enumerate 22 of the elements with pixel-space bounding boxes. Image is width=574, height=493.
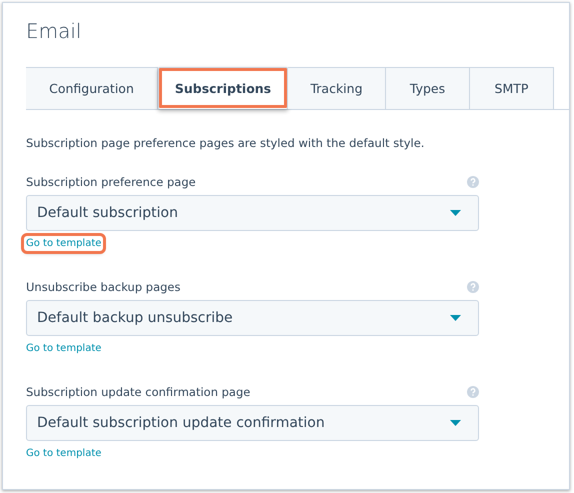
caret-icon bbox=[450, 210, 461, 216]
field-label: Subscription update confirmation page bbox=[26, 385, 250, 399]
description-text: Subscription page preference pages are styled with the default style. bbox=[26, 136, 426, 152]
help-icon[interactable] bbox=[467, 176, 479, 188]
help-icon[interactable] bbox=[467, 281, 479, 293]
tab[interactable]: Configuration bbox=[26, 67, 158, 109]
help-icon[interactable] bbox=[467, 386, 479, 398]
tab[interactable]: Types bbox=[386, 67, 470, 109]
page-title: Email bbox=[26, 19, 82, 45]
tab[interactable]: SMTP bbox=[470, 67, 554, 109]
caret-icon bbox=[450, 420, 461, 426]
field-label: Subscription preference page bbox=[26, 175, 196, 189]
caret-icon bbox=[450, 315, 461, 321]
field-label: Unsubscribe backup pages bbox=[26, 280, 180, 294]
dropdown-select[interactable]: Default subscription update confirmation bbox=[26, 405, 479, 441]
template-link[interactable]: Go to template bbox=[24, 236, 104, 251]
tab[interactable]: Subscriptions bbox=[158, 67, 288, 109]
tab[interactable]: Tracking bbox=[288, 67, 386, 109]
dropdown-select[interactable]: Default subscription bbox=[26, 195, 479, 231]
template-link[interactable]: Go to template bbox=[24, 341, 104, 356]
dropdown-select[interactable]: Default backup unsubscribe bbox=[26, 300, 479, 336]
template-link[interactable]: Go to template bbox=[24, 446, 104, 461]
